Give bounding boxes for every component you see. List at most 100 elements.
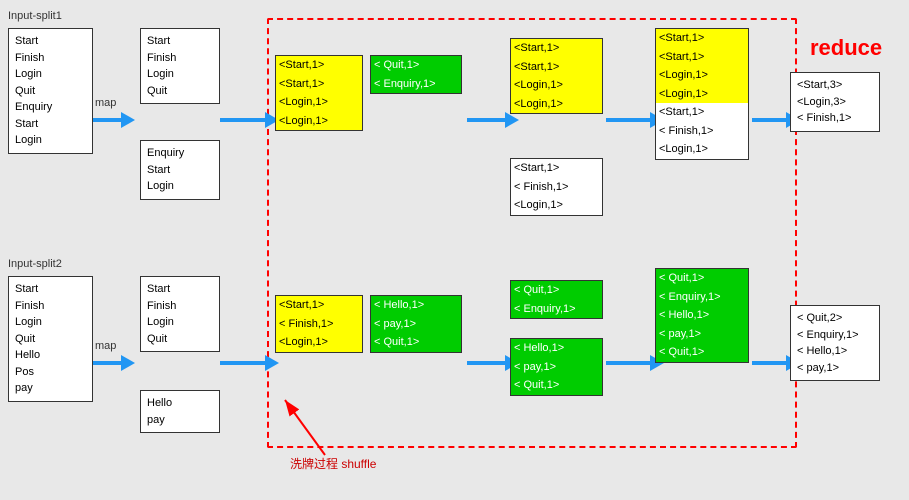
s1t-l2: <Start,1> bbox=[511, 58, 602, 77]
input-split2-box: Start Finish Login Quit Hello Pos pay bbox=[8, 276, 93, 402]
g2-l1: < Quit,1> bbox=[656, 269, 748, 288]
g1-l5: <Start,1> bbox=[656, 103, 748, 122]
g2-l5: < Quit,1> bbox=[656, 343, 748, 362]
m1y-l4: <Login,1> bbox=[276, 112, 362, 131]
mapper2-yellow-box: <Start,1> < Finish,1> <Login,1> bbox=[275, 295, 363, 353]
s1t-l4: <Login,1> bbox=[511, 95, 602, 114]
m1b2-l1: Enquiry bbox=[147, 145, 213, 162]
out2-l2: < Enquiry,1> bbox=[797, 327, 873, 344]
input1-line4: Quit bbox=[15, 83, 86, 100]
input1-line5: Enquiry bbox=[15, 99, 86, 116]
arrow-line bbox=[467, 118, 505, 122]
g1-l2: <Start,1> bbox=[656, 48, 748, 67]
m1b1-l1: Start bbox=[147, 33, 213, 50]
m1g-l1: < Quit,1> bbox=[371, 56, 461, 75]
arrow-head bbox=[265, 355, 279, 371]
g1-l1: <Start,1> bbox=[656, 29, 748, 48]
g2-l3: < Hello,1> bbox=[656, 306, 748, 325]
input2-line5: Hello bbox=[15, 347, 86, 364]
input2-line6: Pos bbox=[15, 364, 86, 381]
input1-line7: Login bbox=[15, 132, 86, 149]
input2-line4: Quit bbox=[15, 331, 86, 348]
m1b2-l3: Login bbox=[147, 178, 213, 195]
map2-box1: Start Finish Login Quit bbox=[140, 276, 220, 352]
m2g-l1: < Hello,1> bbox=[371, 296, 461, 315]
s1b-l3: <Login,1> bbox=[511, 196, 602, 215]
out1-l1: <Start,3> bbox=[797, 77, 873, 94]
mapper2-green-box: < Hello,1> < pay,1> < Quit,1> bbox=[370, 295, 462, 353]
m1b1-l2: Finish bbox=[147, 50, 213, 67]
arrow-line bbox=[752, 361, 786, 365]
mapper1-yellow-box: <Start,1> <Start,1> <Login,1> <Login,1> bbox=[275, 55, 363, 131]
s1b-l1: <Start,1> bbox=[511, 159, 602, 178]
group2-box: < Quit,1> < Enquiry,1> < Hello,1> < pay,… bbox=[655, 268, 749, 363]
input2-line2: Finish bbox=[15, 298, 86, 315]
m2y-l2: < Finish,1> bbox=[276, 315, 362, 334]
out2-l1: < Quit,2> bbox=[797, 310, 873, 327]
m1g-l2: < Enquiry,1> bbox=[371, 75, 461, 94]
output1-box: <Start,3> <Login,3> < Finish,1> bbox=[790, 72, 880, 132]
out2-l3: < Hello,1> bbox=[797, 343, 873, 360]
m2y-l1: <Start,1> bbox=[276, 296, 362, 315]
m1y-l1: <Start,1> bbox=[276, 56, 362, 75]
arrow-line bbox=[606, 118, 650, 122]
group1-box: <Start,1> <Start,1> <Login,1> <Login,1> … bbox=[655, 28, 749, 160]
input1-line2: Finish bbox=[15, 50, 86, 67]
g2-l4: < pay,1> bbox=[656, 325, 748, 344]
sort1-top-box: <Start,1> <Start,1> <Login,1> <Login,1> bbox=[510, 38, 603, 114]
input2-line3: Login bbox=[15, 314, 86, 331]
g2-l2: < Enquiry,1> bbox=[656, 288, 748, 307]
m2b1-l4: Quit bbox=[147, 331, 213, 348]
arrow-line bbox=[220, 361, 265, 365]
s1t-l1: <Start,1> bbox=[511, 39, 602, 58]
m1y-l2: <Start,1> bbox=[276, 75, 362, 94]
arrow-line bbox=[606, 361, 650, 365]
m2b1-l1: Start bbox=[147, 281, 213, 298]
input2-line1: Start bbox=[15, 281, 86, 298]
output2-box: < Quit,2> < Enquiry,1> < Hello,1> < pay,… bbox=[790, 305, 880, 381]
m2b2-l2: pay bbox=[147, 412, 213, 429]
sort1-bot-box: <Start,1> < Finish,1> <Login,1> bbox=[510, 158, 603, 216]
m2b1-l3: Login bbox=[147, 314, 213, 331]
arrow-mapper1-sort bbox=[467, 112, 519, 128]
mapper1-green-box: < Quit,1> < Enquiry,1> bbox=[370, 55, 462, 94]
arrow-head bbox=[505, 112, 519, 128]
m2g-l2: < pay,1> bbox=[371, 315, 461, 334]
arrow-head bbox=[121, 112, 135, 128]
m1b1-l4: Quit bbox=[147, 83, 213, 100]
diagram: reduce Input-split1 Start Finish Login Q… bbox=[0, 0, 909, 500]
out1-l2: <Login,3> bbox=[797, 94, 873, 111]
sort2-top-box: < Quit,1> < Enquiry,1> bbox=[510, 280, 603, 319]
input-split1-box: Start Finish Login Quit Enquiry Start Lo… bbox=[8, 28, 93, 154]
arrow-line bbox=[93, 118, 121, 122]
shuffle-arrow-svg bbox=[265, 390, 345, 460]
map2-box2: Hello pay bbox=[140, 390, 220, 433]
s2b-l1: < Hello,1> bbox=[511, 339, 602, 358]
s1b-l2: < Finish,1> bbox=[511, 178, 602, 197]
s2b-l3: < Quit,1> bbox=[511, 376, 602, 395]
map1-label: map bbox=[95, 97, 116, 109]
input1-line6: Start bbox=[15, 116, 86, 133]
out1-l3: < Finish,1> bbox=[797, 110, 873, 127]
sort2-bot-box: < Hello,1> < pay,1> < Quit,1> bbox=[510, 338, 603, 396]
map1-box2: Enquiry Start Login bbox=[140, 140, 220, 200]
arrow-map2-out bbox=[220, 355, 279, 371]
m2g-l3: < Quit,1> bbox=[371, 333, 461, 352]
input2-line7: pay bbox=[15, 380, 86, 397]
out2-l4: < pay,1> bbox=[797, 360, 873, 377]
arrow-map1-out bbox=[220, 112, 279, 128]
m1y-l3: <Login,1> bbox=[276, 93, 362, 112]
m1b1-l3: Login bbox=[147, 66, 213, 83]
input1-line1: Start bbox=[15, 33, 86, 50]
arrow-line bbox=[93, 361, 121, 365]
g1-l7: <Login,1> bbox=[656, 140, 748, 159]
input1-line3: Login bbox=[15, 66, 86, 83]
arrow-head bbox=[121, 355, 135, 371]
input-split2-label: Input-split2 bbox=[8, 258, 62, 270]
arrow-line bbox=[752, 118, 786, 122]
s2b-l2: < pay,1> bbox=[511, 358, 602, 377]
s2t-l2: < Enquiry,1> bbox=[511, 300, 602, 319]
m1b2-l2: Start bbox=[147, 162, 213, 179]
m2b2-l1: Hello bbox=[147, 395, 213, 412]
arrow-input1-map bbox=[93, 112, 135, 128]
